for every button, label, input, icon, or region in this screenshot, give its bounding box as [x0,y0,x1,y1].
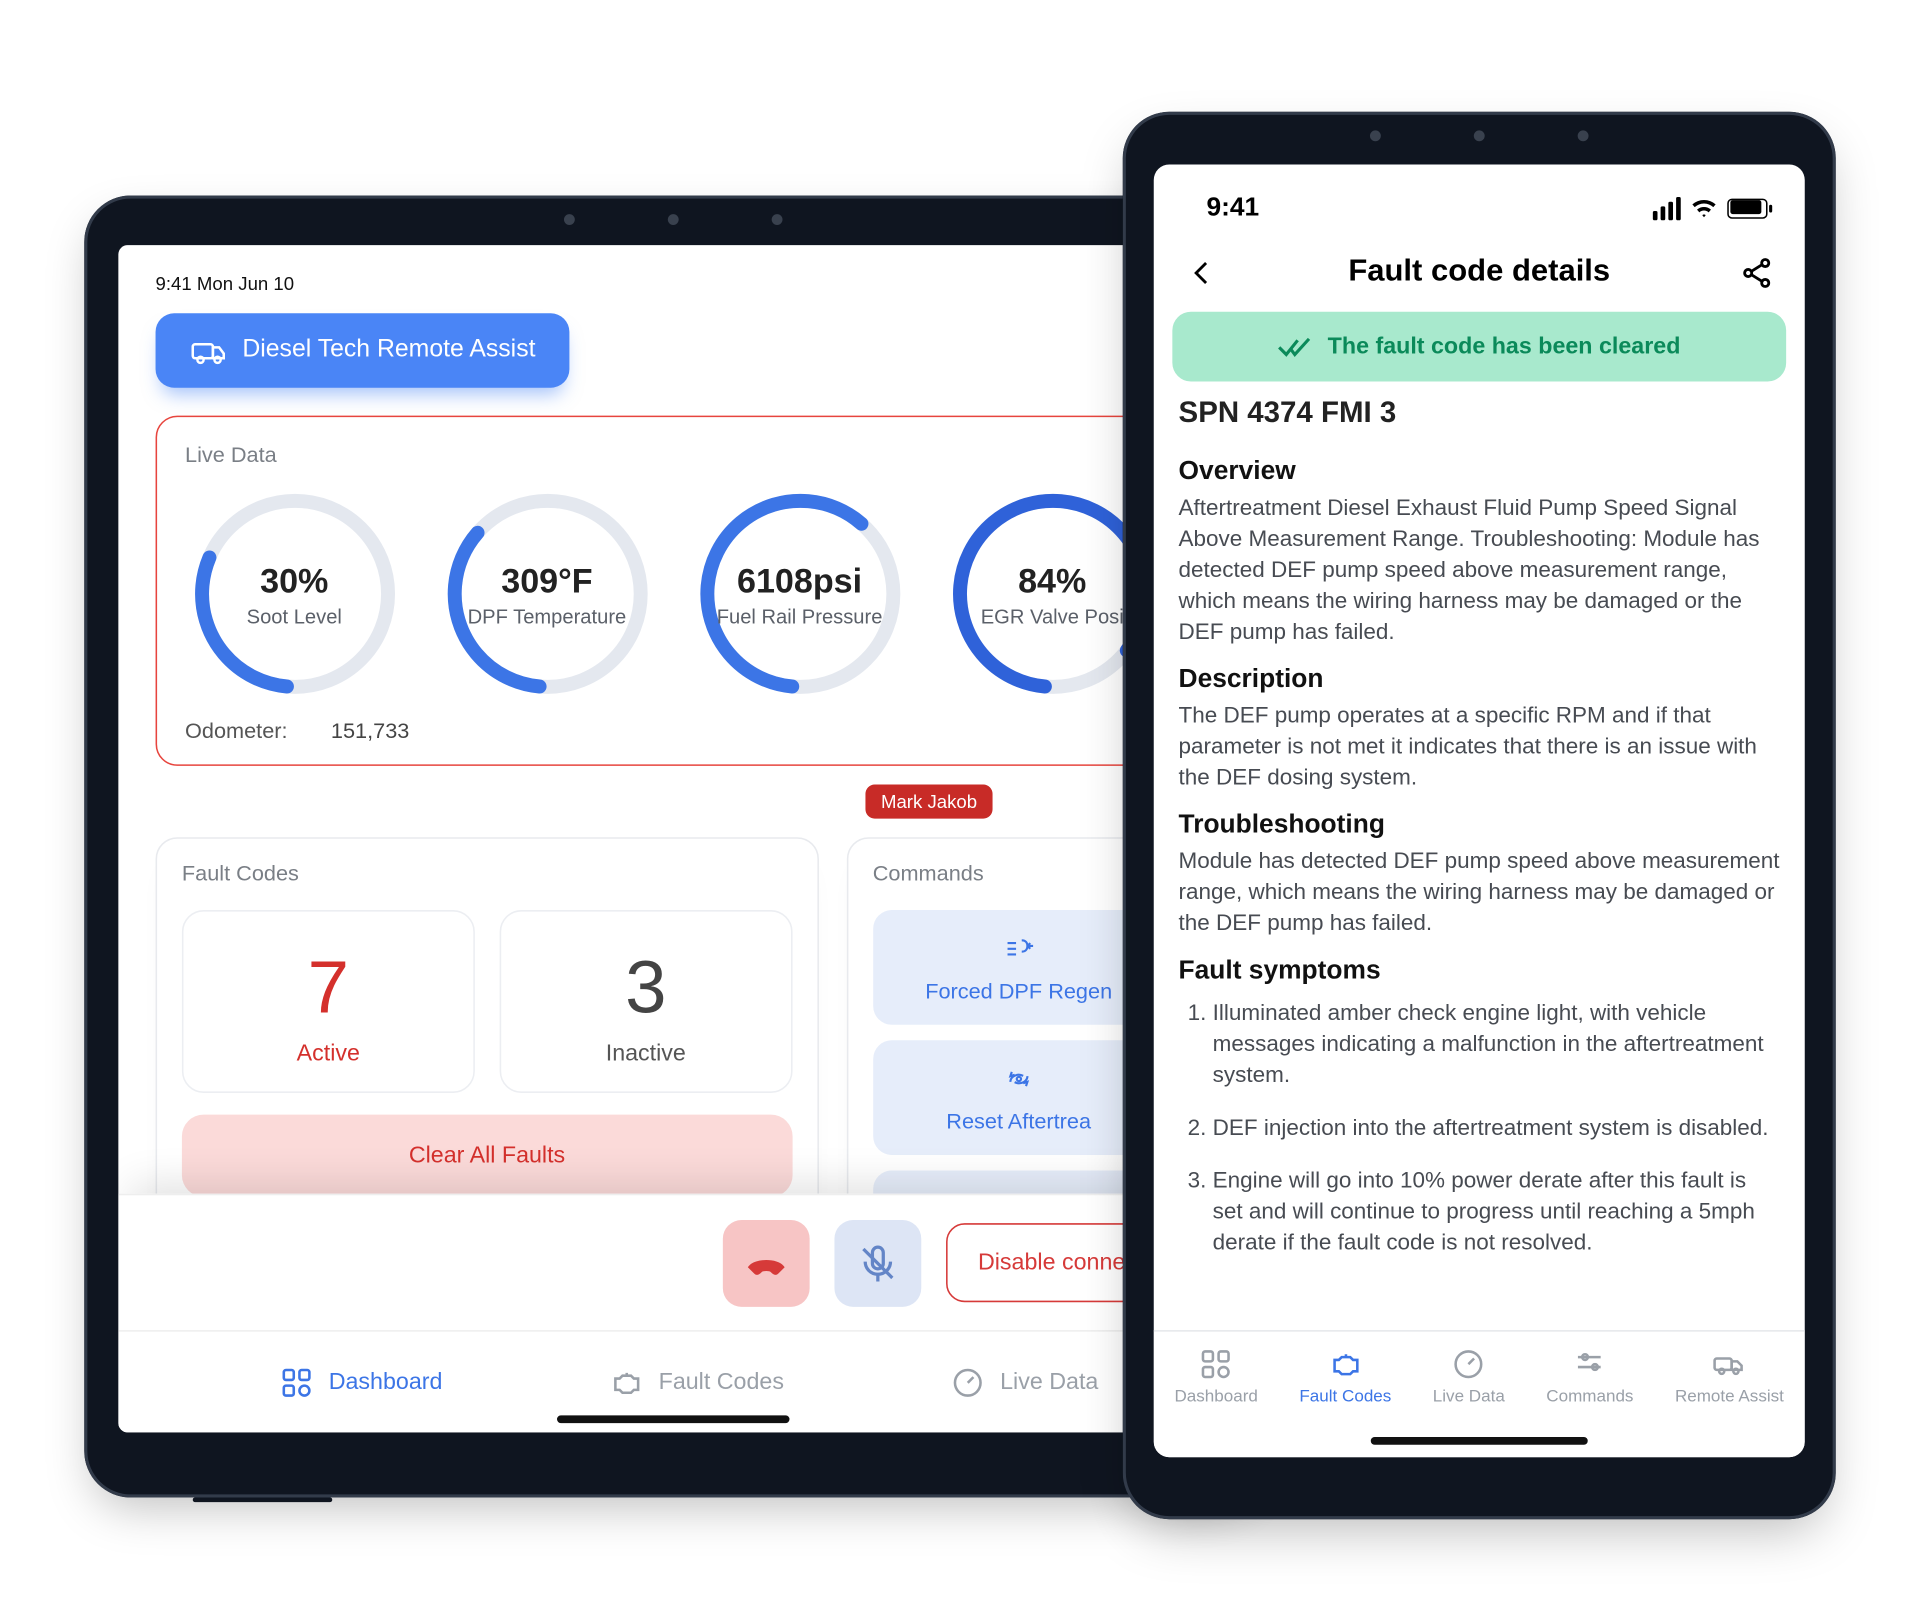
gauge-soot-level[interactable]: 30% Soot Level [185,485,404,702]
gauge-icon [1450,1347,1487,1381]
live-data-panel: Live Data 30% Soot Level 309°F DPF Tempe… [156,416,1191,766]
command-label: Reset Aftertrea [946,1108,1091,1133]
hangup-button[interactable] [722,1219,809,1306]
inactive-faults-count: 3 [513,946,778,1031]
active-faults-count: 7 [196,946,461,1031]
symptom-item: Engine will go into 10% power derate aft… [1213,1166,1780,1259]
phone-hangup-icon [744,1241,787,1284]
ptab-fault-codes-label: Fault Codes [1299,1387,1391,1406]
phone-status-bar: 9:41 [1154,165,1805,236]
symptom-item: Illuminated amber check engine light, wi… [1213,998,1780,1091]
engine-icon [1327,1347,1364,1381]
fault-codes-title: Fault Codes [182,860,792,885]
overview-heading: Overview [1179,456,1780,487]
success-toast: The fault code has been cleared [1172,312,1786,382]
gauge-value: 6108psi [717,561,883,601]
command-forced-dpf-regen[interactable]: Forced DPF Regen [873,910,1165,1025]
tab-dashboard[interactable]: Dashboard [279,1365,442,1399]
ptab-remote-assist[interactable]: Remote Assist [1675,1347,1784,1406]
description-heading: Description [1179,664,1780,695]
gauge-label: DPF Temperature [468,604,627,627]
tab-live-data-label: Live Data [1000,1369,1098,1395]
live-data-title: Live Data [185,442,1162,467]
gauge-label: Soot Level [247,604,342,627]
troubleshooting-heading: Troubleshooting [1179,809,1780,840]
tab-fault-codes[interactable]: Fault Codes [609,1365,784,1399]
remote-cursor-badge: Mark Jakob [865,785,992,819]
phone-screen: 9:41 Fault code details The fault code h… [1154,165,1805,1458]
remote-assist-label: Diesel Tech Remote Assist [242,337,535,365]
active-faults-label: Active [196,1040,461,1066]
double-check-icon [1278,334,1312,359]
van-icon [1711,1347,1748,1381]
commands-title: Commands [873,860,1165,885]
tablet-device-frame: 9:41 Mon Jun 10 Diesel Tech Remote Assis… [84,196,1262,1498]
troubleshooting-text: Module has detected DEF pump speed above… [1179,847,1780,940]
gauge-value: 30% [247,561,342,601]
home-indicator[interactable] [1371,1437,1588,1445]
home-indicator[interactable] [557,1415,790,1423]
cellular-icon [1653,196,1681,219]
command-label: Forced DPF Regen [925,978,1112,1003]
symptoms-heading: Fault symptoms [1179,955,1780,986]
overview-text: Aftertreatment Diesel Exhaust Fluid Pump… [1179,493,1780,648]
tab-fault-codes-label: Fault Codes [659,1369,784,1395]
call-bar: Disable connectio [118,1194,1228,1330]
ptab-fault-codes[interactable]: Fault Codes [1299,1347,1391,1406]
ptab-remote-assist-label: Remote Assist [1675,1387,1784,1406]
ptab-dashboard-label: Dashboard [1174,1387,1257,1406]
description-text: The DEF pump operates at a specific RPM … [1179,701,1780,794]
symptom-item: DEF injection into the aftertreatment sy… [1213,1113,1780,1144]
gauge-label: EGR Valve Posi [981,604,1124,627]
clear-all-faults-button[interactable]: Clear All Faults [182,1115,792,1197]
phone-time: 9:41 [1206,192,1259,223]
sliders-icon [1571,1347,1608,1381]
microphone-muted-icon [856,1241,899,1284]
dashboard-icon [1198,1347,1235,1381]
odometer-label: Odometer: [185,718,288,743]
status-bar-time: 9:41 Mon Jun 10 [156,273,1191,295]
page-title: Fault code details [1348,254,1610,290]
gauge-dpf-temperature[interactable]: 309°F DPF Temperature [438,485,657,702]
gauge-label: Fuel Rail Pressure [717,604,883,627]
share-icon[interactable] [1740,255,1774,289]
odometer-value: 151,733 [331,718,409,743]
ptab-commands-label: Commands [1546,1387,1633,1406]
mute-button[interactable] [834,1219,921,1306]
ptab-commands[interactable]: Commands [1546,1347,1633,1406]
ptab-live-data[interactable]: Live Data [1433,1347,1505,1406]
toast-text: The fault code has been cleared [1328,333,1681,359]
gauge-fuel-rail-pressure[interactable]: 6108psi Fuel Rail Pressure [690,485,909,702]
command-reset-aftertrea[interactable]: Reset Aftertrea [873,1040,1165,1155]
tab-live-data[interactable]: Live Data [951,1365,1099,1399]
command-icon [997,1062,1040,1096]
gauge-value: 84% [981,561,1124,601]
symptoms-list: Illuminated amber check engine light, wi… [1179,992,1780,1259]
fault-code-id: SPN 4374 FMI 3 [1154,391,1805,444]
inactive-faults-label: Inactive [513,1040,778,1066]
remote-assist-button[interactable]: Diesel Tech Remote Assist [156,313,570,387]
engine-icon [609,1365,643,1399]
dashboard-icon [279,1365,313,1399]
battery-icon [1727,198,1767,218]
tablet-screen: 9:41 Mon Jun 10 Diesel Tech Remote Assis… [118,245,1228,1432]
ptab-dashboard[interactable]: Dashboard [1174,1347,1257,1406]
gauge-value: 309°F [468,561,627,601]
inactive-faults-tile[interactable]: 3 Inactive [499,910,792,1093]
tab-dashboard-label: Dashboard [329,1369,443,1395]
van-icon [190,332,227,369]
back-icon[interactable] [1185,255,1219,289]
phone-device-frame: 9:41 Fault code details The fault code h… [1123,112,1836,1519]
gauge-icon [951,1365,985,1399]
ptab-live-data-label: Live Data [1433,1387,1505,1406]
active-faults-tile[interactable]: 7 Active [182,910,475,1093]
wifi-icon [1690,194,1718,222]
command-icon [997,932,1040,966]
